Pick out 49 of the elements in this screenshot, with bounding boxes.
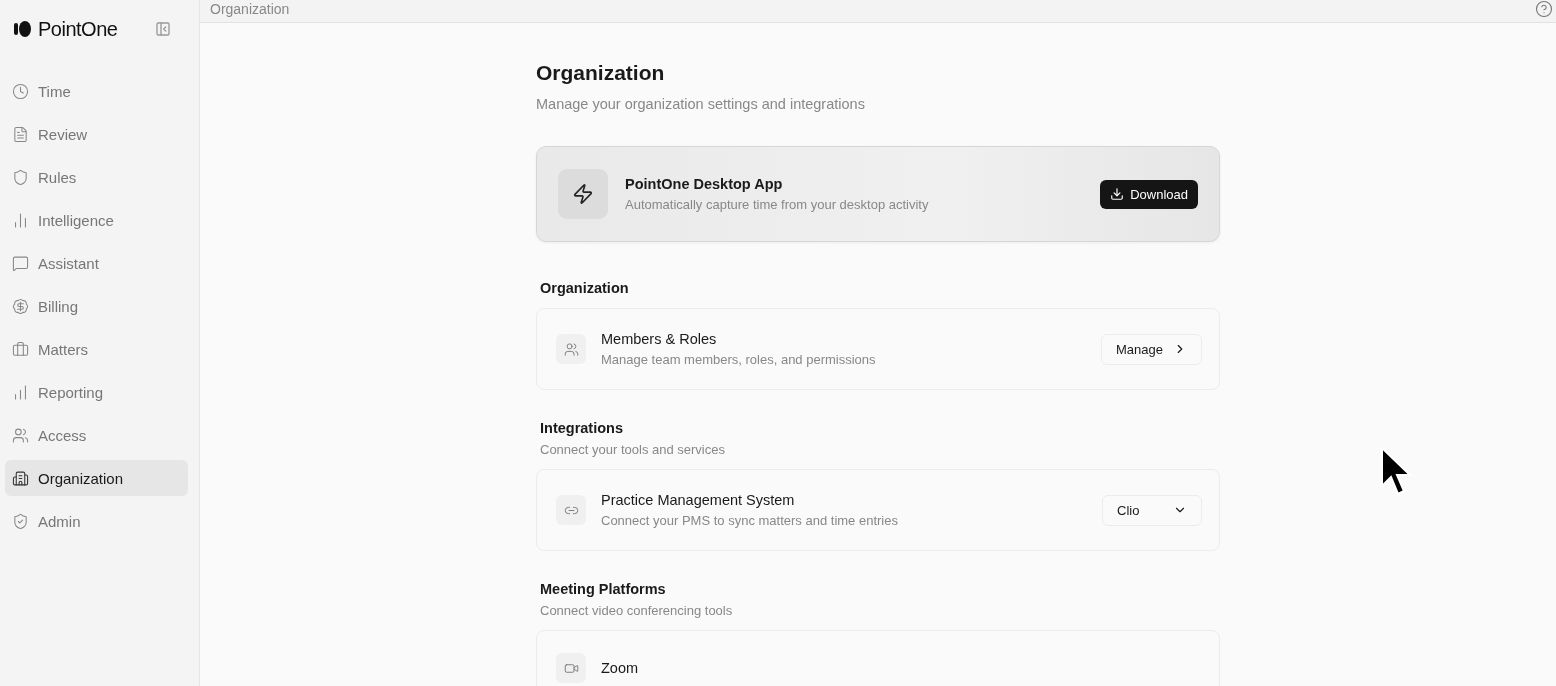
- card-title: PointOne Desktop App: [625, 176, 784, 192]
- clock-icon: [12, 82, 29, 100]
- sidebar-item[interactable]: Time: [5, 73, 188, 109]
- logo-icon: [14, 21, 32, 37]
- section-title: Meeting Platforms: [540, 581, 667, 597]
- section-subtitle: Connect your tools and services: [540, 442, 726, 457]
- select-dropdown[interactable]: Clio: [1102, 494, 1202, 526]
- sidebar-item[interactable]: Review: [5, 116, 188, 152]
- section-title: Integrations: [540, 420, 624, 436]
- document-icon: [12, 125, 29, 143]
- sidebar-item[interactable]: Assistant: [5, 245, 188, 281]
- sidebar-item[interactable]: Access: [5, 417, 188, 453]
- section-title: Organization: [540, 280, 630, 296]
- card-description: Connect your PMS to sync matters and time entries: [601, 513, 899, 528]
- sidebar-item[interactable]: Rules: [5, 159, 188, 195]
- sidebar-item[interactable]: Admin: [5, 503, 188, 539]
- card-title: Zoom: [601, 660, 640, 676]
- shield-check-icon: [12, 512, 29, 530]
- download-icon: [1110, 187, 1125, 201]
- sidebar-item[interactable]: Organization: [5, 460, 188, 496]
- breadcrumb: Organization: [210, 1, 290, 17]
- help-icon[interactable]: [1535, 0, 1553, 18]
- video-camera-icon: [556, 653, 586, 683]
- users-icon: [12, 426, 29, 444]
- link-icon: [556, 495, 586, 525]
- page-title: Organization: [536, 61, 666, 85]
- card-description: Automatically capture time from your desktop activity: [625, 197, 930, 212]
- section-subtitle: Connect video conferencing tools: [540, 603, 734, 618]
- users-icon: [556, 334, 586, 364]
- manage-button[interactable]: Manage: [1101, 333, 1202, 365]
- bar-chart-icon: [12, 211, 29, 229]
- download-button[interactable]: Download: [1100, 179, 1198, 209]
- sidebar-item[interactable]: Matters: [5, 331, 188, 367]
- sidebar-item[interactable]: Reporting: [5, 374, 188, 410]
- card-title: Members & Roles: [601, 331, 718, 347]
- brand-name: PointOne: [38, 17, 118, 41]
- dollar-icon: [12, 297, 29, 315]
- shield-icon: [12, 168, 29, 186]
- card-description: Manage team members, roles, and permissions: [601, 352, 877, 367]
- sidebar-item[interactable]: Billing: [5, 288, 188, 324]
- page-subtitle: Manage your organization settings and integrations: [536, 96, 866, 112]
- lightning-icon: [558, 169, 608, 219]
- chat-bubble-icon: [12, 254, 29, 272]
- card-title: Practice Management System: [601, 492, 796, 508]
- collapse-sidebar-icon[interactable]: [155, 21, 171, 37]
- bar-chart-icon: [12, 383, 29, 401]
- sidebar-item[interactable]: Intelligence: [5, 202, 188, 238]
- building-icon: [12, 469, 29, 487]
- briefcase-icon: [12, 340, 29, 358]
